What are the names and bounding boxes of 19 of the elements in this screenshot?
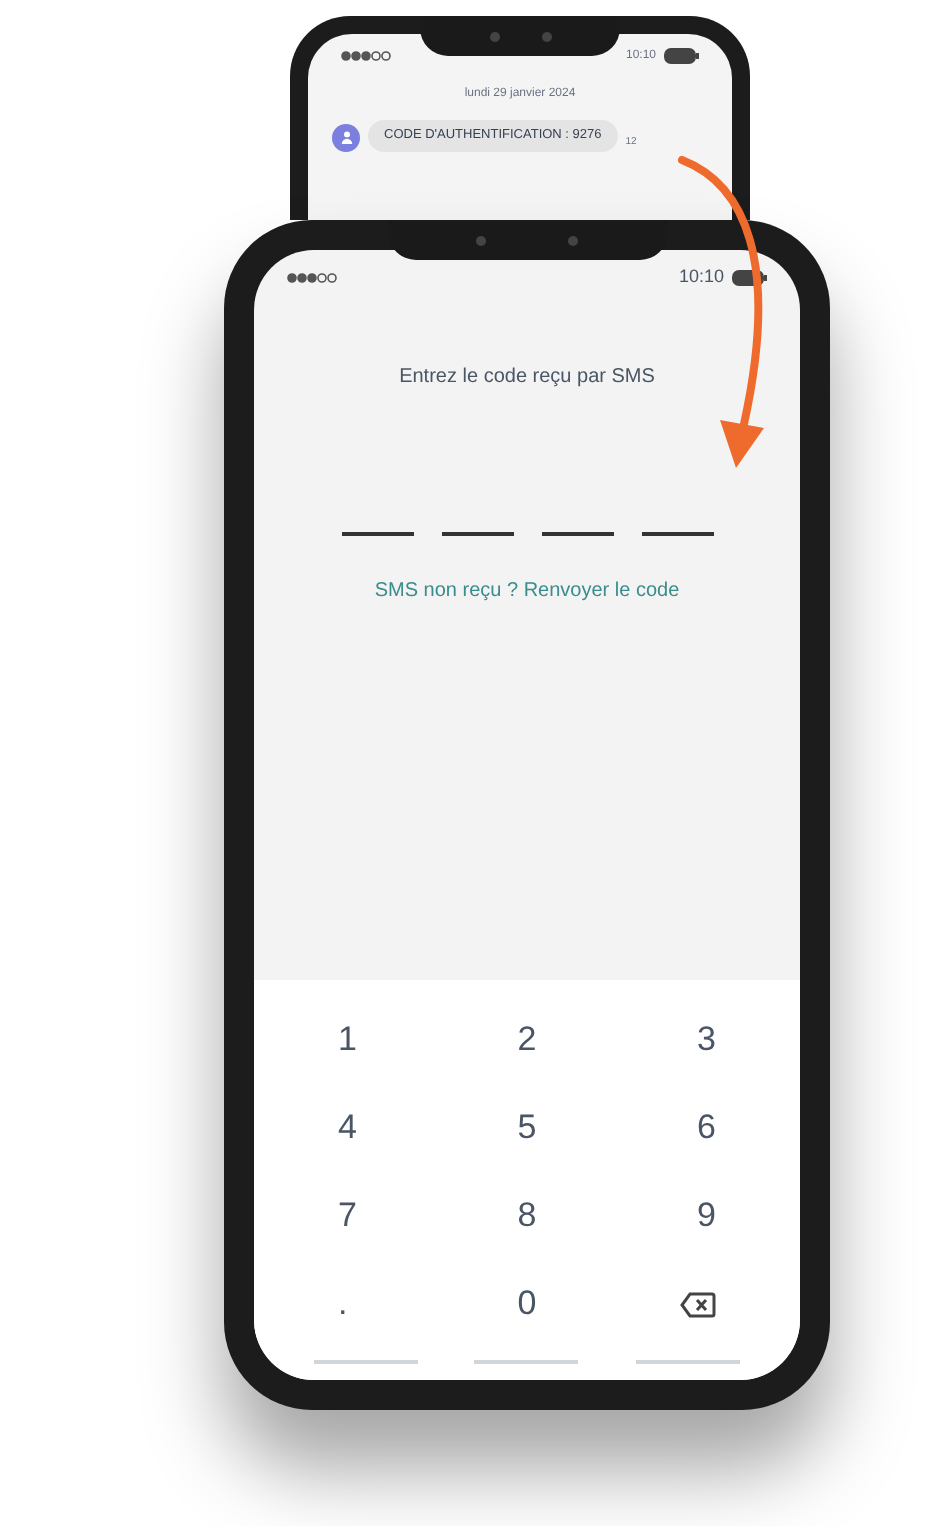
signal-icon: [286, 272, 338, 284]
backspace-icon: [680, 1291, 716, 1317]
keypad-key[interactable]: 1: [330, 1014, 365, 1066]
signal-icon: [340, 50, 392, 62]
status-time: 10:10: [678, 264, 724, 291]
resend-code-link[interactable]: SMS non reçu ? Renvoyer le code: [374, 576, 680, 606]
keypad-key[interactable]: 9: [689, 1190, 724, 1242]
sms-prompt: Entrez le code reçu par SMS: [399, 364, 655, 392]
keypad-key[interactable]: 3: [689, 1014, 724, 1066]
keypad-key[interactable]: .: [330, 1278, 356, 1330]
keypad-key[interactable]: 2: [509, 1014, 545, 1066]
keypad-key[interactable]: 8: [509, 1190, 545, 1242]
keypad-key[interactable]: 6: [689, 1102, 724, 1154]
keypad-key[interactable]: 7: [330, 1190, 365, 1242]
keypad-key[interactable]: 5: [509, 1102, 545, 1154]
person-icon: [339, 130, 353, 145]
keypad-key[interactable]: 0: [509, 1278, 545, 1330]
battery-icon: [664, 48, 700, 64]
keypad-key[interactable]: 4: [330, 1102, 365, 1154]
